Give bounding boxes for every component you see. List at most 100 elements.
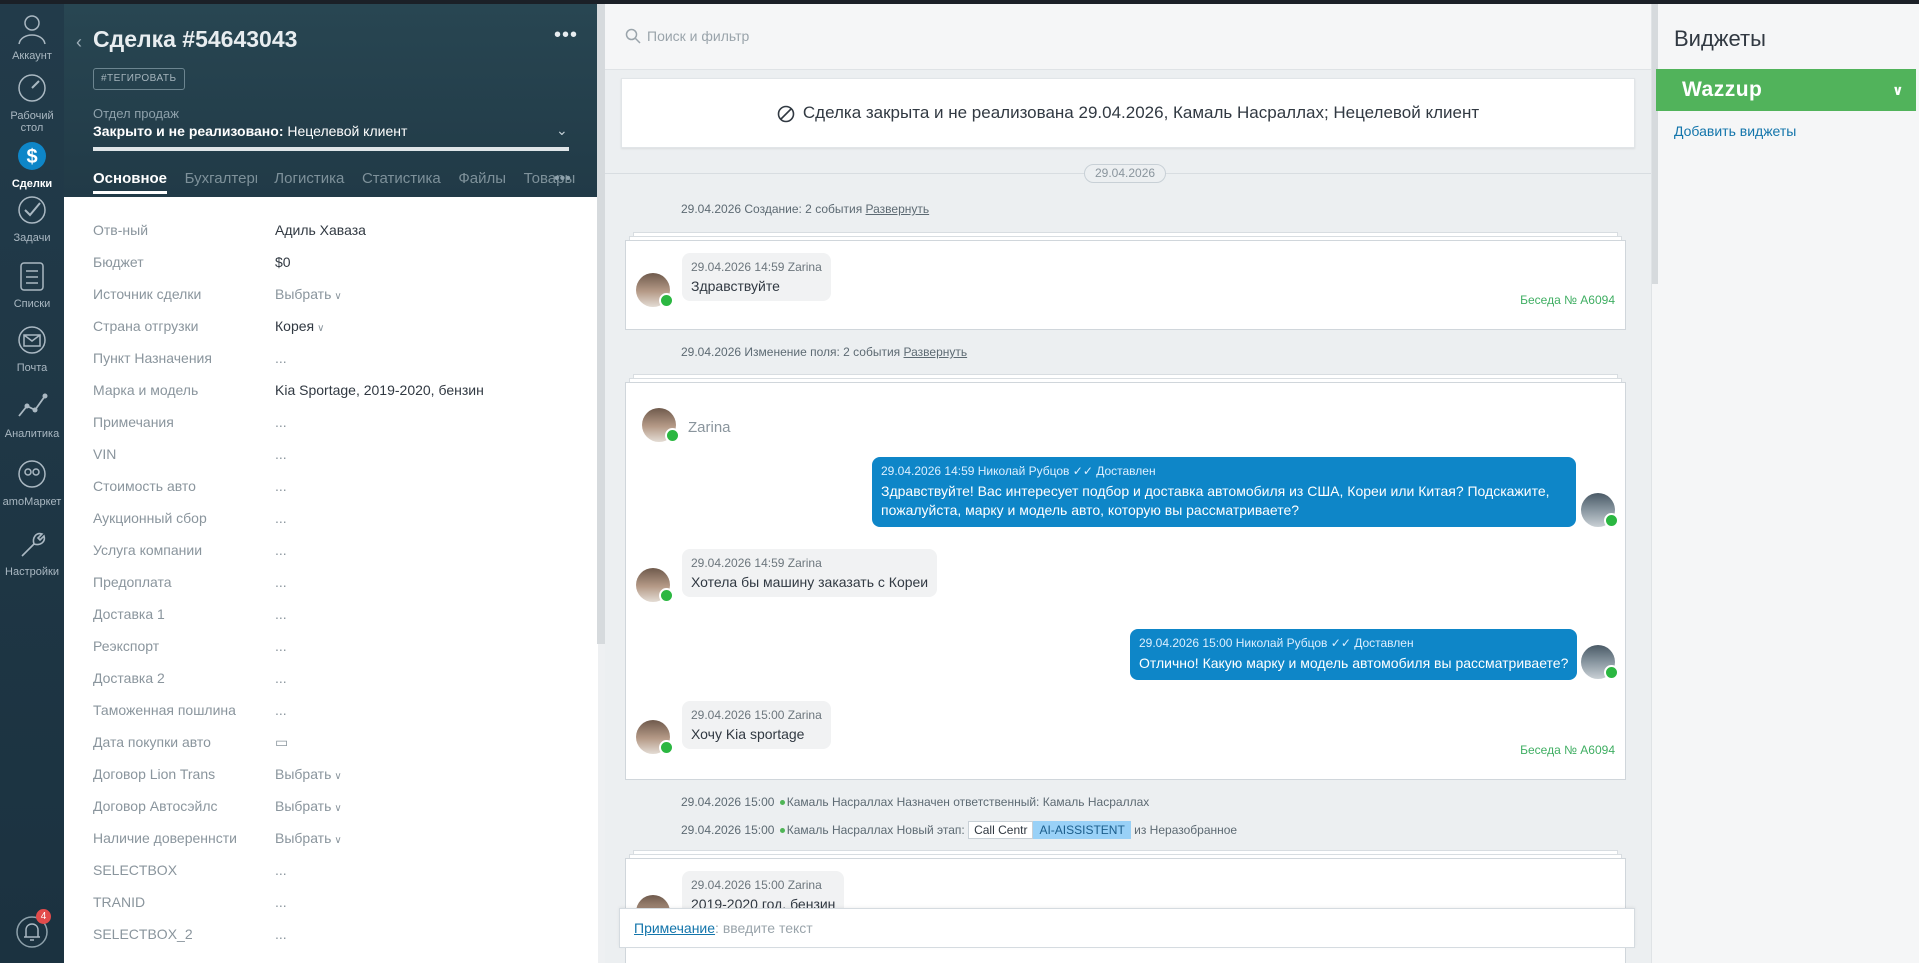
tab-logistics[interactable]: Логистика <box>274 170 344 187</box>
field-value[interactable]: ... <box>275 862 287 878</box>
conversation-number[interactable]: Беседа № A6094 <box>1520 743 1615 757</box>
field-row: Услуга компании... <box>93 534 573 566</box>
field-value[interactable]: ... <box>275 926 287 942</box>
tasks-icon <box>18 196 46 224</box>
event-stage: 29.04.2026 15:00 Камаль Насраллах Новый … <box>681 821 1237 839</box>
nav-item-tasks[interactable]: Задачи <box>0 192 64 244</box>
note-type-link[interactable]: Примечание <box>634 920 715 936</box>
field-row: Стоимость авто... <box>93 470 573 502</box>
field-label: Страна отгрузки <box>93 318 199 334</box>
stage-chip-to: AI-AISSISTENT <box>1033 821 1131 839</box>
notification-badge: 4 <box>36 909 51 924</box>
wazzup-widget[interactable]: Wazzup ∨ <box>1656 69 1916 111</box>
field-value[interactable]: $0 <box>275 254 291 270</box>
note-input[interactable]: Примечание: введите текст <box>619 908 1635 948</box>
more-menu-icon[interactable]: ••• <box>554 24 578 47</box>
widgets-scrollbar[interactable] <box>1652 4 1658 284</box>
field-value[interactable]: ... <box>275 638 287 654</box>
wazzup-label: Wazzup <box>1682 78 1763 101</box>
nav-item-settings[interactable]: Настройки <box>0 526 64 578</box>
field-value[interactable]: ... <box>275 670 287 686</box>
widgets-title: Виджеты <box>1674 26 1766 51</box>
chevron-down-icon[interactable]: ⌄ <box>556 122 568 139</box>
chevron-down-icon: ∨ <box>334 771 342 782</box>
field-value: Корея <box>275 318 315 334</box>
tabs-more-icon[interactable]: ••• <box>554 170 571 188</box>
field-value[interactable]: Адиль Хаваза <box>275 222 366 238</box>
search-input[interactable] <box>647 28 1247 44</box>
field-label: TRANID <box>93 894 146 910</box>
field-value[interactable]: Kia Sportage, 2019-2020, бензин <box>275 382 484 398</box>
event-text: Камаль Насраллах Новый этап: <box>786 823 965 837</box>
nav-item-dashboard[interactable]: Рабочий стол <box>0 70 64 134</box>
field-select[interactable]: Выбрать ∨ <box>275 830 342 846</box>
message-meta: 29.04.2026 14:59 Zarina <box>691 556 822 570</box>
nav-item-analytics[interactable]: Аналитика <box>0 388 64 440</box>
expand-link[interactable]: Развернуть <box>866 202 930 216</box>
note-placeholder: : введите текст <box>715 920 813 936</box>
field-row: Пункт Назначения... <box>93 342 573 374</box>
field-label: Стоимость авто <box>93 478 196 494</box>
message-meta: 29.04.2026 15:00 Zarina <box>691 878 822 892</box>
field-row: Дата покупки авто ▭ <box>93 726 573 758</box>
contact-name[interactable]: Zarina <box>688 419 731 436</box>
field-select[interactable]: Выбрать ∨ <box>275 798 342 814</box>
conversation-card: Zarina 29.04.2026 14:59 Николай Рубцов ✓… <box>625 382 1626 780</box>
tab-statistics[interactable]: Статистика <box>362 170 441 187</box>
tab-accounting[interactable]: Бухгалтерия <box>185 170 257 187</box>
pipeline-status[interactable]: Закрыто и не реализовано: Нецелевой клие… <box>93 123 407 139</box>
deal-title[interactable]: Сделка #54643043 <box>93 26 297 53</box>
field-label: Бюджет <box>93 254 144 270</box>
field-row: Бюджет $0 <box>93 246 573 278</box>
card-scrollbar[interactable] <box>597 4 605 644</box>
nav-item-mail[interactable]: Почта <box>0 322 64 374</box>
whatsapp-icon <box>1604 665 1619 680</box>
field-value[interactable]: ... <box>275 542 287 558</box>
nav-item-account[interactable]: Аккаунт <box>0 10 64 62</box>
field-row: Договор Lion Trans Выбрать ∨ <box>93 758 573 790</box>
event-tail: из Неразобранное <box>1130 823 1238 837</box>
field-row: Доставка 2... <box>93 662 573 694</box>
field-value[interactable]: ... <box>275 702 287 718</box>
field-value[interactable]: ... <box>275 446 287 462</box>
nav-label: Списки <box>13 298 51 310</box>
field-label: Доставка 2 <box>93 670 165 686</box>
nav-item-lists[interactable]: Списки <box>0 258 64 310</box>
field-row: Примечания... <box>93 406 573 438</box>
field-select[interactable]: Выбрать ∨ <box>275 766 342 782</box>
field-label: VIN <box>93 446 117 462</box>
pipeline-label: Отдел продаж <box>93 106 179 121</box>
field-value[interactable]: ... <box>275 478 287 494</box>
lists-icon <box>20 262 44 291</box>
nav-item-market[interactable]: amoМаркет <box>0 456 64 508</box>
tab-files[interactable]: Файлы <box>458 170 506 187</box>
back-icon[interactable]: ‹ <box>76 32 82 53</box>
field-row: Таможенная пошлина... <box>93 694 573 726</box>
dashboard-icon <box>18 74 46 102</box>
field-value[interactable]: ... <box>275 894 287 910</box>
tag-button[interactable]: #ТЕГИРОВАТЬ <box>93 68 185 90</box>
nav-label: Сделки <box>11 178 53 190</box>
field-label: Реэкспорт <box>93 638 160 654</box>
field-value[interactable]: ... <box>275 414 287 430</box>
chevron-down-icon: ∨ <box>334 835 342 846</box>
field-value[interactable]: ... <box>275 606 287 622</box>
deal-fields: Отв-ный Адиль Хаваза Бюджет $0 Источник сд… <box>93 214 573 950</box>
field-value[interactable]: ... <box>275 574 287 590</box>
field-value[interactable]: ... <box>275 510 287 526</box>
field-row: Страна отгрузки Корея ∨ <box>93 310 573 342</box>
add-widgets-link[interactable]: Добавить виджеты <box>1674 123 1796 139</box>
expand-link[interactable]: Развернуть <box>904 345 968 359</box>
calendar-icon[interactable]: ▭ <box>275 734 288 751</box>
nav-label: Задачи <box>13 232 51 244</box>
chevron-down-icon: ∨ <box>334 803 342 814</box>
nav-item-deals[interactable]: $ Сделки <box>0 138 64 190</box>
field-select[interactable]: Выбрать ∨ <box>275 286 342 302</box>
field-select[interactable]: Корея ∨ <box>275 318 324 334</box>
field-value: Выбрать <box>275 766 332 782</box>
field-value[interactable]: ... <box>275 350 287 366</box>
field-label: Дата покупки авто <box>93 734 211 750</box>
field-row: Реэкспорт... <box>93 630 573 662</box>
tab-main[interactable]: Основное <box>93 170 168 194</box>
conversation-number[interactable]: Беседа № A6094 <box>1520 293 1615 307</box>
